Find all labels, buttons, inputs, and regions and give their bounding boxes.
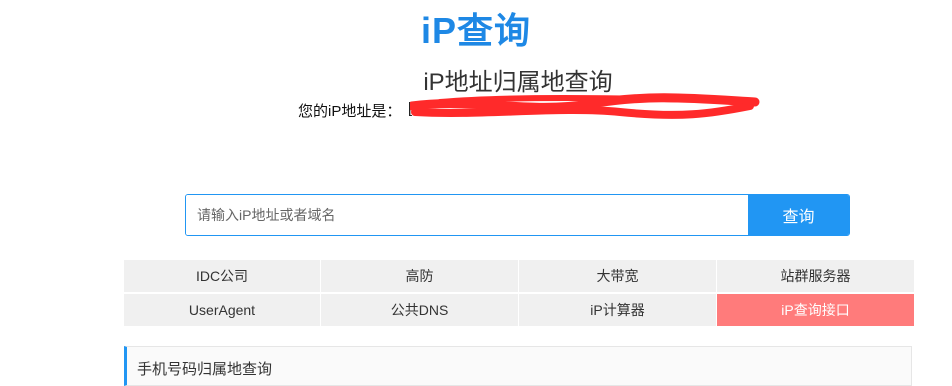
nav-item-bandwidth[interactable]: 大带宽 — [519, 260, 716, 292]
redaction-scribble — [410, 93, 760, 119]
nav-item-idc[interactable]: IDC公司 — [124, 260, 320, 292]
nav-item-ip-calculator[interactable]: iP计算器 — [519, 294, 716, 326]
quick-links-grid: IDC公司 高防 大带宽 站群服务器 UserAgent 公共DNS iP计算器… — [124, 260, 914, 326]
section-title: 手机号码归属地查询 — [137, 361, 273, 378]
phone-lookup-section: 手机号码归属地查询 — [124, 346, 912, 386]
search-button[interactable]: 查询 — [748, 195, 849, 235]
ip-address-label: 您的iP地址是： — [298, 103, 402, 120]
nav-item-public-dns[interactable]: 公共DNS — [321, 294, 518, 326]
nav-item-ip-api[interactable]: iP查询接口 — [717, 294, 914, 326]
nav-item-useragent[interactable]: UserAgent — [124, 294, 320, 326]
nav-item-ddos-protection[interactable]: 高防 — [321, 260, 518, 292]
nav-item-cluster-servers[interactable]: 站群服务器 — [717, 260, 914, 292]
search-input[interactable] — [186, 195, 748, 235]
site-logo[interactable]: iP查询 — [0, 2, 952, 54]
search-bar: 查询 — [185, 194, 850, 236]
